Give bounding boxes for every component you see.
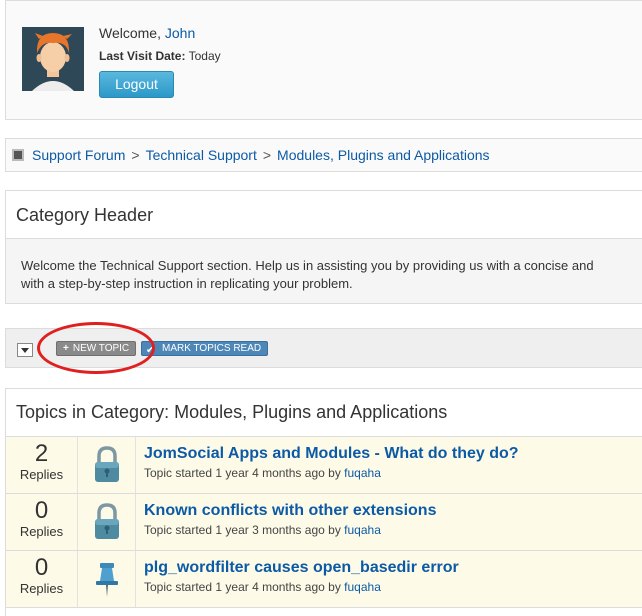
- collapse-toggle-button[interactable]: [17, 343, 33, 357]
- topic-title-link[interactable]: JomSocial Apps and Modules - What do the…: [144, 445, 519, 463]
- topics-panel: Topics in Category: Modules, Plugins and…: [5, 388, 642, 616]
- topic-icon-cell: [78, 437, 136, 493]
- lock-icon: [95, 446, 119, 482]
- topic-age: 1 year 4 months ago: [215, 580, 325, 594]
- topic-row: 2 Replies JomSocial Apps and Modules - W…: [6, 437, 642, 494]
- breadcrumb-modules-plugins[interactable]: Modules, Plugins and Applications: [277, 147, 489, 163]
- plus-icon: +: [63, 343, 69, 354]
- topic-author-link[interactable]: fuqaha: [344, 580, 381, 594]
- avatar: [22, 27, 84, 91]
- topic-started-label: Topic started: [144, 466, 213, 480]
- category-description: Welcome the Technical Support section. H…: [6, 239, 642, 303]
- topic-toolbar: + NEW TOPIC ✔ MARK TOPICS READ: [5, 328, 642, 368]
- category-header-panel: Category Header Welcome the Technical Su…: [5, 190, 642, 304]
- reply-count: 0: [34, 554, 49, 581]
- breadcrumb: Support Forum > Technical Support > Modu…: [5, 138, 642, 172]
- last-visit-value: Today: [188, 49, 221, 63]
- mark-topics-read-label: MARK TOPICS READ: [162, 343, 262, 354]
- breadcrumb-technical-support[interactable]: Technical Support: [146, 147, 257, 163]
- topic-icon-cell: [78, 551, 136, 607]
- category-description-line: with a step-by-step instruction in repli…: [21, 276, 353, 291]
- topic-by-label: by: [328, 580, 341, 594]
- topic-started-label: Topic started: [144, 580, 213, 594]
- topic-title-link[interactable]: plg_wordfilter causes open_basedir error: [144, 559, 459, 577]
- breadcrumb-separator: >: [131, 147, 140, 163]
- topic-author-link[interactable]: fuqaha: [344, 523, 381, 537]
- topic-author-link[interactable]: fuqaha: [344, 466, 381, 480]
- check-icon: ✔: [146, 345, 155, 356]
- topic-info: JomSocial Apps and Modules - What do the…: [136, 437, 519, 493]
- topic-by-label: by: [328, 466, 341, 480]
- replies-label: Replies: [19, 581, 64, 596]
- topic-row: 0 Replies plg_wordfilter causes open_bas…: [6, 551, 642, 608]
- topic-started-label: Topic started: [144, 523, 213, 537]
- topic-icon-cell: [78, 494, 136, 550]
- topic-by-label: by: [328, 523, 341, 537]
- mark-topics-read-button[interactable]: ✔ MARK TOPICS READ: [141, 341, 269, 356]
- category-description-line: Welcome the Technical Support section. H…: [21, 258, 594, 273]
- last-visit-label: Last Visit Date:: [99, 49, 186, 63]
- reply-count: 0: [34, 497, 49, 524]
- welcome-label: Welcome,: [99, 25, 161, 41]
- replies-label: Replies: [19, 467, 64, 482]
- topics-title: Topics in Category: Modules, Plugins and…: [6, 389, 642, 437]
- topic-info: plg_wordfilter causes open_basedir error…: [136, 551, 459, 607]
- reply-count: 2: [34, 440, 49, 467]
- lock-icon: [95, 503, 119, 539]
- last-visit: Last Visit Date: Today: [99, 49, 221, 63]
- topic-meta: Topic started 1 year 4 months ago by fuq…: [144, 466, 519, 480]
- topic-row: 0 Replies Known conflicts with other ext…: [6, 494, 642, 551]
- new-topic-label: NEW TOPIC: [72, 343, 130, 354]
- home-icon[interactable]: [12, 149, 24, 161]
- user-name-link[interactable]: John: [165, 25, 195, 41]
- replies-cell: 2 Replies: [6, 437, 78, 493]
- welcome-text: Welcome, John: [99, 25, 195, 41]
- topic-info: Known conflicts with other extensions To…: [136, 494, 436, 550]
- topic-title-link[interactable]: Known conflicts with other extensions: [144, 502, 436, 520]
- user-panel: Welcome, John Last Visit Date: Today Log…: [5, 0, 642, 120]
- logout-button[interactable]: Logout: [99, 71, 174, 98]
- replies-cell: 0 Replies: [6, 494, 78, 550]
- chevron-down-icon: [21, 348, 29, 353]
- topic-meta: Topic started 1 year 4 months ago by fuq…: [144, 580, 459, 594]
- topic-age: 1 year 3 months ago: [215, 523, 325, 537]
- topic-age: 1 year 4 months ago: [215, 466, 325, 480]
- category-header-title: Category Header: [6, 191, 642, 239]
- breadcrumb-support-forum[interactable]: Support Forum: [32, 147, 125, 163]
- new-topic-button[interactable]: + NEW TOPIC: [56, 341, 137, 356]
- breadcrumb-separator: >: [262, 147, 272, 163]
- replies-cell: 0 Replies: [6, 551, 78, 607]
- pin-icon: [96, 563, 118, 597]
- topic-meta: Topic started 1 year 3 months ago by fuq…: [144, 523, 436, 537]
- replies-label: Replies: [19, 524, 64, 539]
